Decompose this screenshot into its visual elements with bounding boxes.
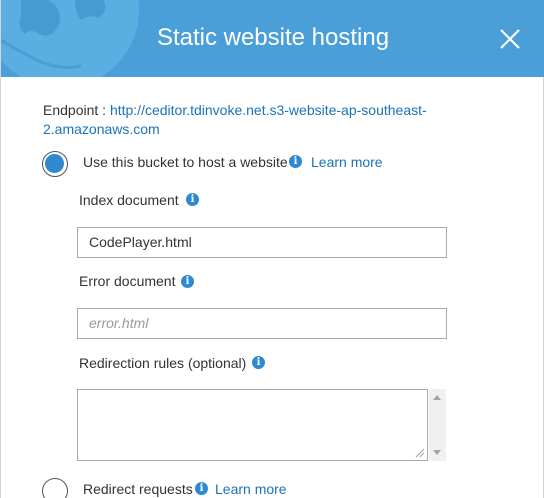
index-document-label: Index document xyxy=(79,192,179,208)
resize-grip-icon[interactable] xyxy=(413,446,425,458)
scroll-up-icon[interactable] xyxy=(433,395,441,400)
info-icon[interactable]: i xyxy=(181,275,194,288)
static-website-hosting-dialog: Static website hosting Endpoint : http:/… xyxy=(0,0,544,498)
info-icon[interactable]: i xyxy=(186,193,199,206)
redirection-rules-textarea[interactable] xyxy=(77,389,428,461)
index-document-input[interactable]: CodePlayer.html xyxy=(77,227,447,258)
info-icon[interactable]: i xyxy=(252,356,265,369)
error-document-input[interactable]: error.html xyxy=(77,308,447,339)
redirect-requests-radio[interactable] xyxy=(42,478,68,498)
endpoint: Endpoint : http://ceditor.tdinvoke.net.s… xyxy=(43,101,463,139)
scroll-down-icon[interactable] xyxy=(433,450,441,455)
endpoint-label: Endpoint : xyxy=(43,102,110,118)
dialog-header: Static website hosting xyxy=(1,0,544,77)
redirect-learn-more-link[interactable]: Learn more xyxy=(215,481,287,497)
host-website-label: Use this bucket to host a website xyxy=(83,154,288,170)
host-website-radio[interactable] xyxy=(42,151,68,177)
redirect-requests-label: Redirect requests xyxy=(83,481,193,497)
textarea-scrollbar[interactable] xyxy=(429,389,446,461)
close-icon[interactable] xyxy=(499,28,521,50)
redirection-rules-label: Redirection rules (optional) xyxy=(79,355,247,371)
host-learn-more-link[interactable]: Learn more xyxy=(311,154,383,170)
dialog-title: Static website hosting xyxy=(156,24,390,51)
error-document-label: Error document xyxy=(79,273,176,289)
info-icon[interactable]: i xyxy=(195,482,208,495)
info-icon[interactable]: i xyxy=(289,155,302,168)
